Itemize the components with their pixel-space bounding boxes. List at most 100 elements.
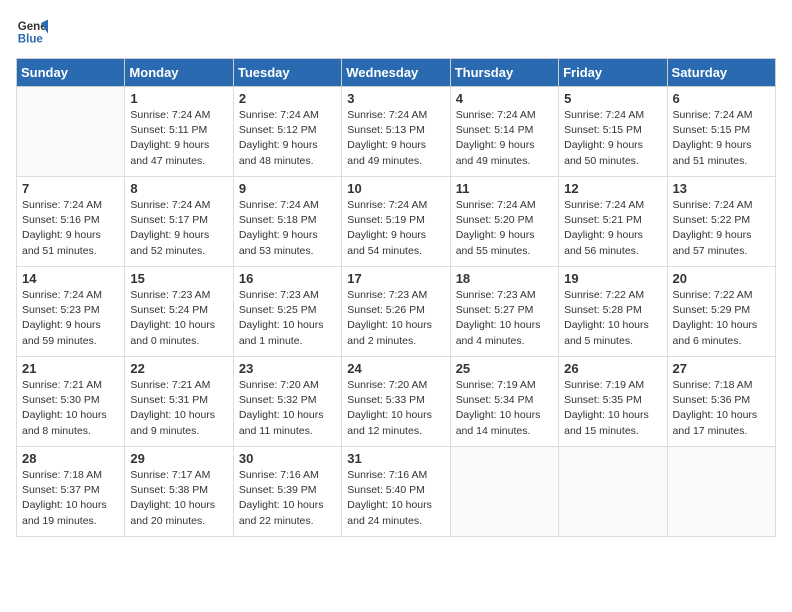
day-info: Sunrise: 7:24 AM Sunset: 5:12 PM Dayligh… [239,108,336,169]
day-info: Sunrise: 7:24 AM Sunset: 5:22 PM Dayligh… [673,198,770,259]
day-info: Sunrise: 7:24 AM Sunset: 5:14 PM Dayligh… [456,108,553,169]
header-row: SundayMondayTuesdayWednesdayThursdayFrid… [17,59,776,87]
calendar-cell [559,447,667,537]
calendar-cell: 1 Sunrise: 7:24 AM Sunset: 5:11 PM Daylig… [125,87,233,177]
day-info: Sunrise: 7:19 AM Sunset: 5:35 PM Dayligh… [564,378,661,439]
column-header-saturday: Saturday [667,59,775,87]
day-number: 18 [456,271,553,286]
day-info: Sunrise: 7:24 AM Sunset: 5:15 PM Dayligh… [673,108,770,169]
week-row-2: 7Sunrise: 7:24 AM Sunset: 5:16 PM Daylig… [17,177,776,267]
day-number: 25 [456,361,553,376]
day-number: 31 [347,451,444,466]
day-info: Sunrise: 7:22 AM Sunset: 5:28 PM Dayligh… [564,288,661,349]
day-info: Sunrise: 7:16 AM Sunset: 5:39 PM Dayligh… [239,468,336,529]
column-header-monday: Monday [125,59,233,87]
calendar-cell: 3 Sunrise: 7:24 AM Sunset: 5:13 PM Daylig… [342,87,450,177]
day-info: Sunrise: 7:23 AM Sunset: 5:27 PM Dayligh… [456,288,553,349]
calendar-cell [450,447,558,537]
day-info: Sunrise: 7:23 AM Sunset: 5:26 PM Dayligh… [347,288,444,349]
calendar-cell: 22 Sunrise: 7:21 AM Sunset: 5:31 PM Dayli… [125,357,233,447]
day-number: 5 [564,91,661,106]
day-info: Sunrise: 7:23 AM Sunset: 5:24 PM Dayligh… [130,288,227,349]
calendar-cell [667,447,775,537]
day-info: Sunrise: 7:24 AM Sunset: 5:23 PM Dayligh… [22,288,119,349]
calendar-cell: 16 Sunrise: 7:23 AM Sunset: 5:25 PM Dayli… [233,267,341,357]
day-number: 30 [239,451,336,466]
day-number: 21 [22,361,119,376]
calendar-cell: 19 Sunrise: 7:22 AM Sunset: 5:28 PM Dayli… [559,267,667,357]
day-info: Sunrise: 7:24 AM Sunset: 5:13 PM Dayligh… [347,108,444,169]
logo-icon: General Blue [16,16,48,48]
day-info: Sunrise: 7:24 AM Sunset: 5:17 PM Dayligh… [130,198,227,259]
day-number: 11 [456,181,553,196]
page-header: General Blue [16,16,776,48]
calendar-table: SundayMondayTuesdayWednesdayThursdayFrid… [16,58,776,537]
day-number: 3 [347,91,444,106]
calendar-cell: 6 Sunrise: 7:24 AM Sunset: 5:15 PM Daylig… [667,87,775,177]
day-info: Sunrise: 7:17 AM Sunset: 5:38 PM Dayligh… [130,468,227,529]
day-number: 19 [564,271,661,286]
day-number: 14 [22,271,119,286]
column-header-friday: Friday [559,59,667,87]
day-number: 29 [130,451,227,466]
calendar-cell: 12Sunrise: 7:24 AM Sunset: 5:21 PM Dayli… [559,177,667,267]
calendar-cell: 30 Sunrise: 7:16 AM Sunset: 5:39 PM Dayli… [233,447,341,537]
day-info: Sunrise: 7:24 AM Sunset: 5:11 PM Dayligh… [130,108,227,169]
day-number: 7 [22,181,119,196]
day-info: Sunrise: 7:23 AM Sunset: 5:25 PM Dayligh… [239,288,336,349]
day-number: 24 [347,361,444,376]
day-number: 2 [239,91,336,106]
day-info: Sunrise: 7:24 AM Sunset: 5:18 PM Dayligh… [239,198,336,259]
day-info: Sunrise: 7:21 AM Sunset: 5:30 PM Dayligh… [22,378,119,439]
calendar-cell: 4 Sunrise: 7:24 AM Sunset: 5:14 PM Daylig… [450,87,558,177]
day-info: Sunrise: 7:24 AM Sunset: 5:19 PM Dayligh… [347,198,444,259]
calendar-cell: 15Sunrise: 7:23 AM Sunset: 5:24 PM Dayli… [125,267,233,357]
day-info: Sunrise: 7:20 AM Sunset: 5:33 PM Dayligh… [347,378,444,439]
column-header-tuesday: Tuesday [233,59,341,87]
column-header-thursday: Thursday [450,59,558,87]
day-info: Sunrise: 7:22 AM Sunset: 5:29 PM Dayligh… [673,288,770,349]
calendar-cell: 11 Sunrise: 7:24 AM Sunset: 5:20 PM Dayli… [450,177,558,267]
day-number: 20 [673,271,770,286]
day-number: 17 [347,271,444,286]
svg-text:Blue: Blue [18,34,44,46]
logo: General Blue [16,16,48,48]
calendar-cell: 26 Sunrise: 7:19 AM Sunset: 5:35 PM Dayli… [559,357,667,447]
calendar-cell: 8 Sunrise: 7:24 AM Sunset: 5:17 PM Daylig… [125,177,233,267]
day-number: 1 [130,91,227,106]
week-row-1: 1 Sunrise: 7:24 AM Sunset: 5:11 PM Daylig… [17,87,776,177]
day-number: 9 [239,181,336,196]
day-info: Sunrise: 7:24 AM Sunset: 5:21 PM Dayligh… [564,198,661,259]
day-number: 27 [673,361,770,376]
day-number: 22 [130,361,227,376]
calendar-cell: 13 Sunrise: 7:24 AM Sunset: 5:22 PM Dayli… [667,177,775,267]
day-number: 6 [673,91,770,106]
calendar-cell: 29 Sunrise: 7:17 AM Sunset: 5:38 PM Dayli… [125,447,233,537]
day-number: 8 [130,181,227,196]
day-info: Sunrise: 7:24 AM Sunset: 5:15 PM Dayligh… [564,108,661,169]
calendar-cell: 31 Sunrise: 7:16 AM Sunset: 5:40 PM Dayli… [342,447,450,537]
day-info: Sunrise: 7:20 AM Sunset: 5:32 PM Dayligh… [239,378,336,439]
day-info: Sunrise: 7:18 AM Sunset: 5:36 PM Dayligh… [673,378,770,439]
day-info: Sunrise: 7:18 AM Sunset: 5:37 PM Dayligh… [22,468,119,529]
calendar-cell: 27 Sunrise: 7:18 AM Sunset: 5:36 PM Dayli… [667,357,775,447]
calendar-cell: 7Sunrise: 7:24 AM Sunset: 5:16 PM Daylig… [17,177,125,267]
day-number: 13 [673,181,770,196]
calendar-cell: 25 Sunrise: 7:19 AM Sunset: 5:34 PM Dayli… [450,357,558,447]
week-row-5: 28Sunrise: 7:18 AM Sunset: 5:37 PM Dayli… [17,447,776,537]
day-number: 4 [456,91,553,106]
calendar-cell: 23 Sunrise: 7:20 AM Sunset: 5:32 PM Dayli… [233,357,341,447]
day-number: 16 [239,271,336,286]
calendar-cell: 14 Sunrise: 7:24 AM Sunset: 5:23 PM Dayli… [17,267,125,357]
calendar-cell: 5 Sunrise: 7:24 AM Sunset: 5:15 PM Daylig… [559,87,667,177]
calendar-cell: 18 Sunrise: 7:23 AM Sunset: 5:27 PM Dayli… [450,267,558,357]
day-info: Sunrise: 7:19 AM Sunset: 5:34 PM Dayligh… [456,378,553,439]
day-info: Sunrise: 7:21 AM Sunset: 5:31 PM Dayligh… [130,378,227,439]
calendar-cell: 21 Sunrise: 7:21 AM Sunset: 5:30 PM Dayli… [17,357,125,447]
day-number: 10 [347,181,444,196]
day-info: Sunrise: 7:16 AM Sunset: 5:40 PM Dayligh… [347,468,444,529]
column-header-wednesday: Wednesday [342,59,450,87]
day-info: Sunrise: 7:24 AM Sunset: 5:20 PM Dayligh… [456,198,553,259]
day-number: 26 [564,361,661,376]
day-number: 23 [239,361,336,376]
